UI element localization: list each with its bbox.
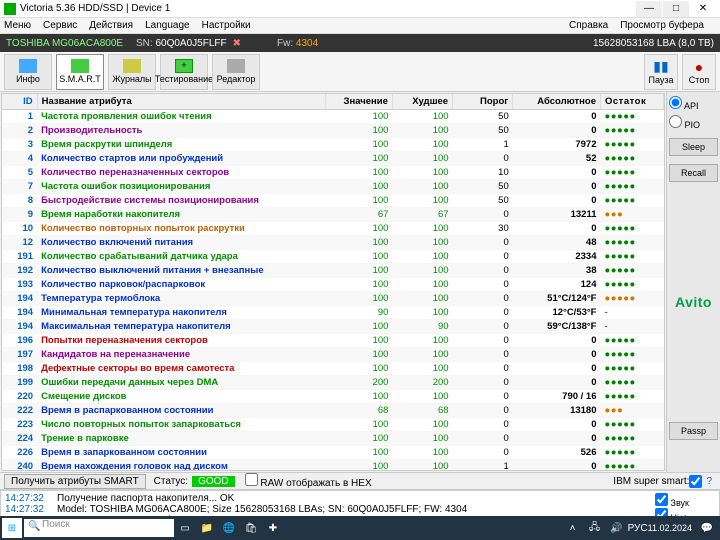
device-model: TOSHIBA MG06ACA800E	[6, 38, 136, 49]
table-row[interactable]: 8Быстродействие системы позиционирования…	[2, 194, 664, 208]
table-row[interactable]: 2Производительность100100500●●●●●	[2, 124, 664, 138]
journals-tab[interactable]: Журналы	[108, 54, 156, 90]
table-row[interactable]: 226Время в запаркованном состоянии100100…	[2, 446, 664, 460]
table-row[interactable]: 193Количество парковок/распарковок100100…	[2, 278, 664, 292]
sleep-button[interactable]: Sleep	[669, 138, 718, 156]
smart-tab[interactable]: S.M.A.R.T	[56, 54, 104, 90]
col-name[interactable]: Название атрибута	[37, 94, 325, 110]
window-title: Victoria 5.36 HDD/SSD | Device 1	[20, 3, 635, 14]
table-row[interactable]: 194Максимальная температура накопителя10…	[2, 320, 664, 334]
table-row[interactable]: 240Время нахождения головок над диском10…	[2, 460, 664, 472]
lba-value: 15628053168 LBA (8,0 TB)	[593, 38, 714, 49]
table-row[interactable]: 10Количество повторных попыток раскрутки…	[2, 222, 664, 236]
start-button[interactable]: ⊞	[2, 518, 22, 538]
smart-table[interactable]: ID Название атрибута Значение Худшее Пор…	[1, 93, 665, 471]
ibm-smart-label: IBM super smart:	[613, 476, 689, 487]
menu-help[interactable]: Справка	[569, 20, 608, 31]
edge-icon[interactable]: 🌐	[218, 517, 240, 539]
table-row[interactable]: 5Количество переназначенных секторов1001…	[2, 166, 664, 180]
notifications-icon[interactable]: 💬	[696, 517, 718, 539]
victoria-icon[interactable]: ✚	[262, 517, 284, 539]
tray-up-icon[interactable]: ˄	[562, 517, 584, 539]
store-icon[interactable]: 🛍	[240, 517, 262, 539]
avito-watermark: Avito	[671, 294, 716, 310]
fw-value: 4304	[296, 38, 318, 49]
testing-tab[interactable]: +Тестирование	[160, 54, 208, 90]
network-icon[interactable]: 🖧	[584, 517, 606, 539]
recall-button[interactable]: Recall	[669, 164, 718, 182]
taskbar[interactable]: ⊞ Поиск ▭ 📁 🌐 🛍 ✚ ˄ 🖧 🔊 РУС 11.02.2024 💬	[0, 516, 720, 540]
status-label: Статус:	[154, 476, 188, 487]
taskbar-search[interactable]: Поиск	[24, 519, 174, 537]
taskbar-date[interactable]: 11.02.2024	[648, 523, 692, 533]
pio-radio[interactable]: PIO	[669, 115, 718, 130]
fw-label: Fw:	[277, 38, 293, 49]
table-row[interactable]: 196Попытки переназначения секторов100100…	[2, 334, 664, 348]
side-panel: API PIO Sleep Recall Avito Passp	[666, 92, 720, 472]
volume-icon[interactable]: 🔊	[606, 517, 628, 539]
log-line: 14:27:32Model: TOSHIBA MG06ACA800E; Size…	[5, 504, 655, 515]
table-row[interactable]: 7Частота ошибок позиционирования10010050…	[2, 180, 664, 194]
titlebar: Victoria 5.36 HDD/SSD | Device 1 — □ ✕	[0, 0, 720, 18]
sn-value: 60Q0A0J5FLFF	[155, 38, 226, 49]
status-value: GOOD	[192, 476, 235, 487]
explorer-icon[interactable]: 📁	[196, 517, 218, 539]
passp-button[interactable]: Passp	[669, 422, 718, 440]
smart-footer: Получить атрибуты SMART Статус: GOOD RAW…	[0, 472, 720, 490]
menu-buffer[interactable]: Просмотр буфера	[620, 20, 704, 31]
table-row[interactable]: 222Время в распаркованном состоянии68680…	[2, 404, 664, 418]
menu-item[interactable]: Меню	[4, 20, 31, 31]
table-row[interactable]: 220Смещение дисков1001000790 / 16●●●●●	[2, 390, 664, 404]
table-row[interactable]: 197Кандидатов на переназначение10010000●…	[2, 348, 664, 362]
col-abs[interactable]: Абсолютное	[513, 94, 601, 110]
menu-item[interactable]: Действия	[89, 20, 133, 31]
ibm-smart-checkbox[interactable]	[689, 475, 702, 488]
editor-tab[interactable]: Редактор	[212, 54, 260, 90]
menubar: Меню Сервис Действия Language Настройки …	[0, 18, 720, 34]
table-row[interactable]: 199Ошибки передачи данных через DMA20020…	[2, 376, 664, 390]
table-row[interactable]: 194Минимальная температура накопителя901…	[2, 306, 664, 320]
app-icon	[4, 3, 16, 15]
task-view-icon[interactable]: ▭	[174, 517, 196, 539]
pause-button[interactable]: ▮▮Пауза	[644, 54, 678, 90]
table-row[interactable]: 12Количество включений питания100100048●…	[2, 236, 664, 250]
api-radio[interactable]: API	[669, 96, 718, 111]
table-row[interactable]: 3Время раскрутки шпинделя10010017972●●●●…	[2, 138, 664, 152]
table-row[interactable]: 198Дефектные секторы во время самотеста1…	[2, 362, 664, 376]
close-button[interactable]: ✕	[690, 1, 716, 17]
menu-item[interactable]: Language	[145, 20, 190, 31]
help-icon[interactable]: ?	[706, 476, 712, 487]
col-val[interactable]: Значение	[325, 94, 392, 110]
maximize-button[interactable]: □	[663, 1, 689, 17]
col-rem[interactable]: Остаток	[601, 94, 664, 110]
minimize-button[interactable]: —	[636, 1, 662, 17]
close-device-icon[interactable]: ✖	[233, 38, 241, 49]
table-row[interactable]: 191Количество срабатываний датчика удара…	[2, 250, 664, 264]
table-row[interactable]: 194Температура термоблока100100051°C/124…	[2, 292, 664, 306]
get-smart-button[interactable]: Получить атрибуты SMART	[4, 474, 146, 489]
stop-button[interactable]: ●Стоп	[682, 54, 716, 90]
hex-checkbox[interactable]: RAW отображать в HEX	[245, 473, 372, 489]
col-thresh[interactable]: Порог	[453, 94, 513, 110]
sn-label: SN:	[136, 38, 153, 49]
info-tab[interactable]: Инфо	[4, 54, 52, 90]
table-row[interactable]: 224Трение в парковке10010000●●●●●	[2, 432, 664, 446]
device-infobar: TOSHIBA MG06ACA800E SN: 60Q0A0J5FLFF ✖ F…	[0, 34, 720, 52]
taskbar-lang[interactable]: РУС	[628, 523, 648, 534]
toolbar: Инфо S.M.A.R.T Журналы +Тестирование Ред…	[0, 52, 720, 92]
log-line: 14:27:32Получение паспорта накопителя...…	[5, 493, 655, 504]
menu-item[interactable]: Сервис	[43, 20, 77, 31]
table-row[interactable]: 1Частота проявления ошибок чтения1001005…	[2, 110, 664, 124]
menu-item[interactable]: Настройки	[202, 20, 251, 31]
sound-checkbox[interactable]: Звук	[655, 498, 689, 508]
col-worst[interactable]: Худшее	[392, 94, 452, 110]
col-id[interactable]: ID	[2, 94, 37, 110]
table-row[interactable]: 9Время наработки накопителя6767013211●●●	[2, 208, 664, 222]
table-row[interactable]: 4Количество стартов или пробуждений10010…	[2, 152, 664, 166]
table-row[interactable]: 223Число повторных попыток запарковаться…	[2, 418, 664, 432]
table-row[interactable]: 192Количество выключений питания + внеза…	[2, 264, 664, 278]
